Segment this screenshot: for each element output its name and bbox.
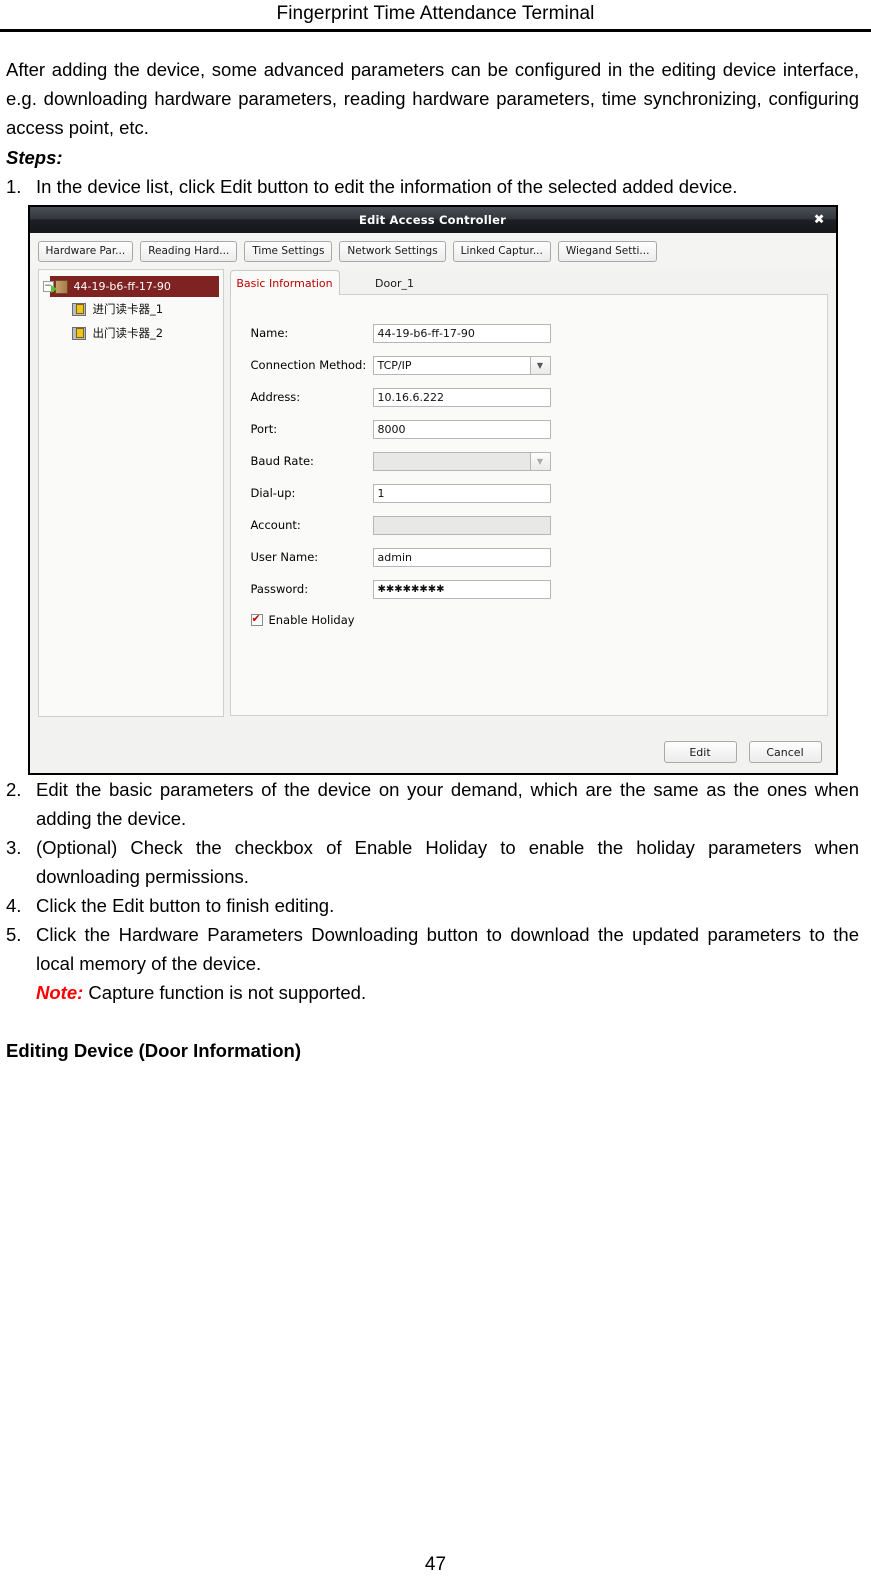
step-number: 4. [6,895,22,916]
cancel-button[interactable]: Cancel [748,741,822,763]
enable-holiday-row: Enable Holiday [231,612,827,627]
tree-item-reader-out-label: 出门读卡器_2 [92,326,164,340]
tree-item-reader-in[interactable]: 进门读卡器_1 [39,297,223,321]
device-tree-panel: − 44-19-b6-ff-17-90 进门读卡器_1 出门读卡器_2 [37,269,224,717]
steps-list-top: 1. In the device list, click Edit button… [6,172,859,201]
dialog-body: − 44-19-b6-ff-17-90 进门读卡器_1 出门读卡器_2 Basi… [30,269,836,717]
page-header: Fingerprint Time Attendance Terminal [0,0,871,25]
list-item: 3. (Optional) Check the checkbox of Enab… [6,833,859,891]
dialog-toolbar: Hardware Par... Reading Hard... Time Set… [29,233,836,269]
field-row-port: Port: 8000 [231,413,827,445]
section-heading: Editing Device (Door Information) [6,1040,301,1061]
dialog-form-panel: Basic Information Door_1 Name: 44-19-b6-… [229,269,828,717]
account-field [372,515,551,535]
screenshot-figure: Edit Access Controller ✖ Hardware Par...… [6,201,859,775]
baud-rate-select[interactable]: ▼ [372,451,551,471]
step-number: 3. [6,837,22,858]
field-row-account: Account: [231,509,827,541]
port-label: Port: [250,422,278,436]
step-text: Click the Edit button to finish editing. [36,895,335,916]
connection-method-select[interactable]: TCP/IP ▼ [372,355,551,375]
field-row-baud-rate: Baud Rate: ▼ [231,445,827,477]
dialog-title: Edit Access Controller [359,213,506,227]
card-reader-icon [71,302,86,316]
tree-item-reader-in-label: 进门读卡器_1 [92,302,164,316]
field-row-connection-method: Connection Method: TCP/IP ▼ [231,349,827,381]
dialog-tabs: Basic Information Door_1 [229,269,828,295]
step-number: 5. [6,924,22,945]
step-text: Edit the basic parameters of the device … [36,779,859,829]
connection-method-label: Connection Method: [250,358,367,372]
list-item: 2. Edit the basic parameters of the devi… [6,775,859,833]
basic-information-panel: Name: 44-19-b6-ff-17-90 Connection Metho… [229,294,828,716]
step-number: 2. [6,779,22,800]
edit-access-controller-dialog: Edit Access Controller ✖ Hardware Par...… [27,205,838,775]
step-text: In the device list, click Edit button to… [36,176,738,197]
baud-rate-label: Baud Rate: [250,454,314,468]
account-label: Account: [250,518,301,532]
steps-label: Steps: [6,147,63,168]
password-field[interactable]: ✱✱✱✱✱✱✱✱ [372,579,551,599]
chevron-down-icon[interactable]: ▼ [529,451,551,471]
dialog-titlebar: Edit Access Controller ✖ [29,207,836,233]
step-text: (Optional) Check the checkbox of Enable … [36,837,859,887]
tree-item-reader-out[interactable]: 出门读卡器_2 [39,321,223,345]
list-item: 4. Click the Edit button to finish editi… [6,891,859,920]
connection-method-value: TCP/IP [372,355,530,375]
toolbar-button-time-settings[interactable]: Time Settings [244,240,333,262]
chevron-down-icon[interactable]: ▼ [529,355,551,375]
field-row-user-name: User Name: admin [231,541,827,573]
port-field[interactable]: 8000 [372,419,551,439]
tree-item-device[interactable]: 44-19-b6-ff-17-90 [49,276,219,297]
field-row-password: Password: ✱✱✱✱✱✱✱✱ [231,573,827,605]
close-icon[interactable]: ✖ [814,214,825,227]
address-label: Address: [250,390,301,404]
note-keyword: Note: [36,982,84,1003]
tree-item-device-label: 44-19-b6-ff-17-90 [73,280,171,293]
step-text: Click the Hardware Parameters Downloadin… [36,924,859,974]
toolbar-button-hardware-parameters[interactable]: Hardware Par... [37,240,134,262]
enable-holiday-checkbox[interactable] [250,612,263,626]
name-label: Name: [250,326,289,340]
tree-root-row: − 44-19-b6-ff-17-90 [39,276,223,297]
toolbar-button-network-settings[interactable]: Network Settings [339,240,446,262]
toolbar-button-wiegand-settings[interactable]: Wiegand Setti... [557,240,658,262]
name-field[interactable]: 44-19-b6-ff-17-90 [372,323,551,343]
note-text: Capture function is not supported. [83,982,367,1003]
header-divider [0,29,871,32]
note-line: Note: Capture function is not supported. [6,978,859,1007]
baud-rate-value [372,451,530,471]
dial-up-field[interactable]: 1 [372,483,551,503]
list-item: 1. In the device list, click Edit button… [6,172,859,201]
step-number: 1. [6,176,22,197]
dial-up-label: Dial-up: [250,486,296,500]
tab-door-1[interactable]: Door_1 [340,270,450,295]
steps-list-bottom: 2. Edit the basic parameters of the devi… [6,775,859,978]
toolbar-button-linked-capture[interactable]: Linked Captur... [452,240,551,262]
page-header-title: Fingerprint Time Attendance Terminal [276,3,595,24]
page-content: After adding the device, some advanced p… [0,55,871,1065]
page-number: 47 [424,1554,447,1575]
list-item: 5. Click the Hardware Parameters Downloa… [6,920,859,978]
field-row-name: Name: 44-19-b6-ff-17-90 [231,317,827,349]
card-reader-icon [71,326,86,340]
field-row-dial-up: Dial-up: 1 [231,477,827,509]
user-name-field[interactable]: admin [372,547,551,567]
dialog-footer: Edit Cancel [29,731,836,773]
tab-basic-information[interactable]: Basic Information [229,270,340,295]
enable-holiday-label: Enable Holiday [268,613,355,627]
intro-paragraph: After adding the device, some advanced p… [6,59,859,138]
toolbar-button-reading-hardware[interactable]: Reading Hard... [140,240,238,262]
field-row-address: Address: 10.16.6.222 [231,381,827,413]
password-label: Password: [250,582,309,596]
address-field[interactable]: 10.16.6.222 [372,387,551,407]
door-icon [50,279,68,294]
edit-button[interactable]: Edit [663,741,737,763]
user-name-label: User Name: [250,550,319,564]
